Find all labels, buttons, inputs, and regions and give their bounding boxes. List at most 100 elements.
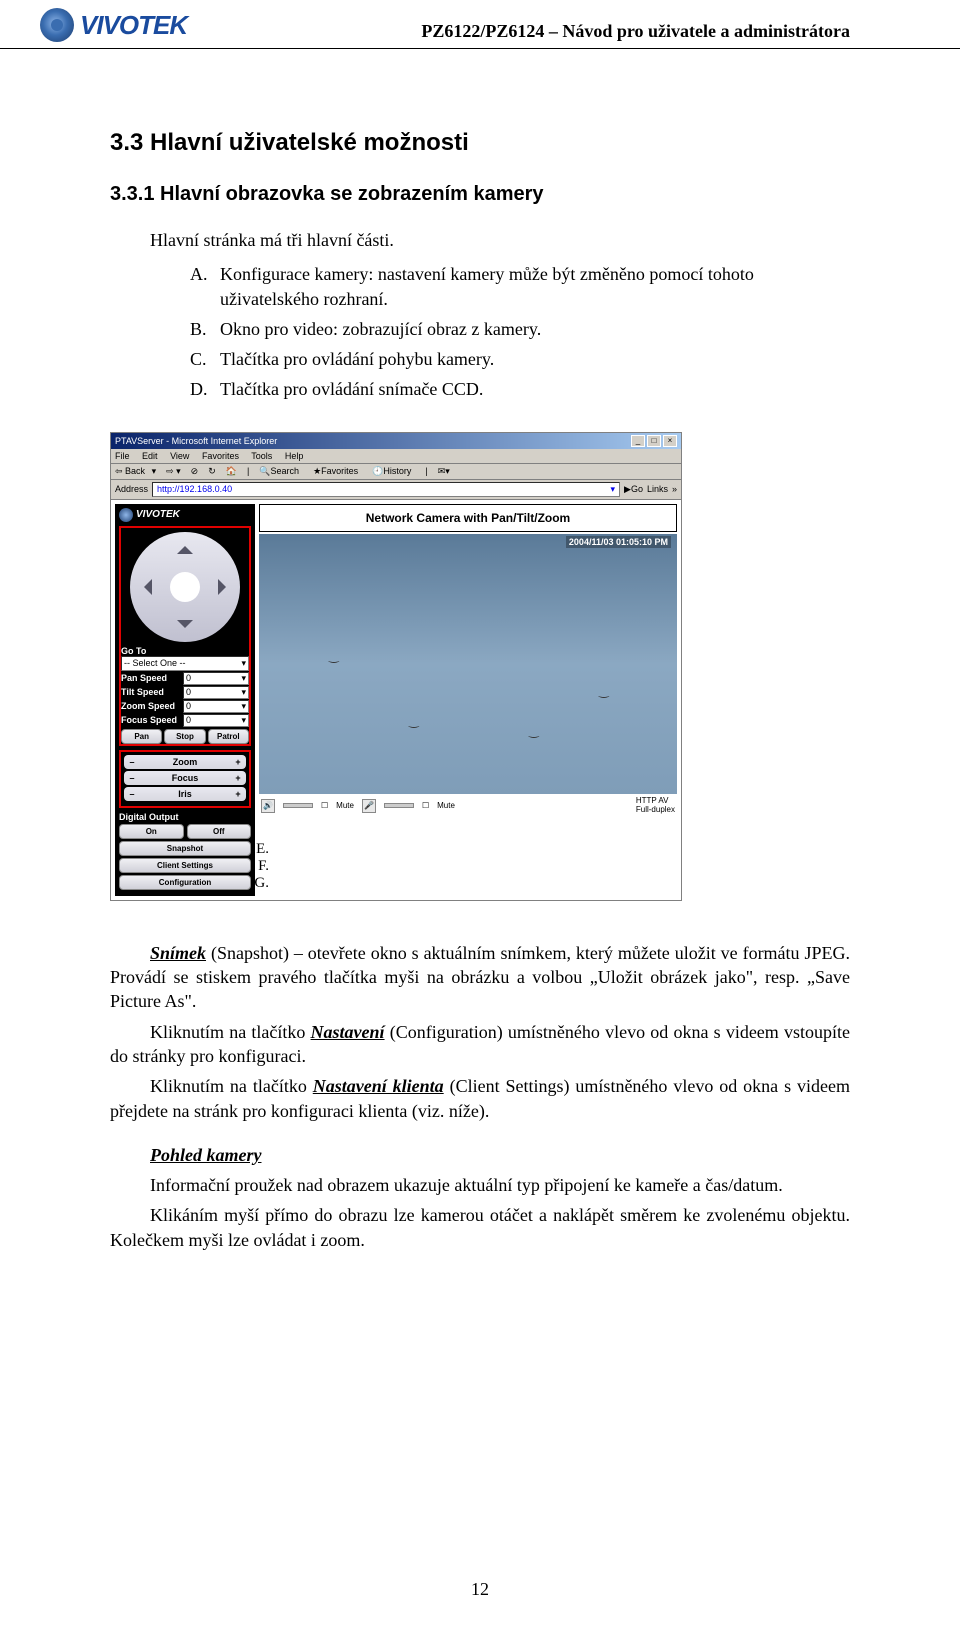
pan-left-icon[interactable] — [136, 579, 152, 595]
intro-paragraph: Hlavní stránka má tři hlavní části. — [110, 228, 850, 252]
volume-slider[interactable] — [283, 803, 313, 808]
patrol-button[interactable]: Patrol — [208, 729, 249, 744]
feature-list: A. Konfigurace kamery: nastavení kamery … — [190, 262, 850, 401]
links-label[interactable]: Links — [647, 484, 668, 494]
video-area: Network Camera with Pan/Tilt/Zoom 2004/1… — [259, 504, 677, 896]
logo-eye-icon — [119, 508, 133, 522]
page-number: 12 — [0, 1579, 960, 1600]
pohled-kamery-p2: Klikáním myší přímo do obrazu lze kamero… — [110, 1203, 850, 1252]
list-item: D. Tlačítka pro ovládání snímače CCD. — [190, 377, 850, 401]
pan-speed-select[interactable]: 0▾ — [183, 672, 249, 685]
list-item: B. Okno pro video: zobrazující obraz z k… — [190, 317, 850, 341]
forward-button[interactable]: ⇨ ▾ — [166, 466, 181, 477]
zoom-focus-iris-region: –Zoom+ –Focus+ –Iris+ — [119, 750, 251, 808]
window-buttons: _ □ × — [631, 435, 677, 447]
bird-icon: ‿ — [529, 724, 539, 738]
goto-label: Go To — [121, 646, 249, 656]
search-button[interactable]: 🔍Search — [259, 466, 303, 477]
client-settings-button[interactable]: Client Settings — [119, 858, 251, 873]
zoom-slider[interactable]: –Zoom+ — [124, 755, 246, 769]
zoom-speed-select[interactable]: 0▾ — [183, 700, 249, 713]
bird-icon: ‿ — [329, 649, 339, 663]
video-timestamp: 2004/11/03 01:05:10 PM — [566, 536, 671, 548]
list-item: C. Tlačítka pro ovládání pohybu kamery. — [190, 347, 850, 371]
focus-slider[interactable]: –Focus+ — [124, 771, 246, 785]
refresh-icon[interactable]: ↻ — [208, 466, 216, 477]
screenshot-figure: PTAVServer - Microsoft Internet Explorer… — [110, 432, 850, 901]
page-header: VIVOTEK PZ6122/PZ6124 – Návod pro uživat… — [0, 0, 960, 49]
stop-icon[interactable]: ⊘ — [191, 466, 199, 477]
speaker-icon[interactable]: 🔊 — [261, 799, 275, 813]
goto-select[interactable]: -- Select One --▾ — [121, 656, 249, 671]
menu-view[interactable]: View — [170, 451, 189, 461]
tilt-speed-row: Tilt Speed0▾ — [121, 686, 249, 699]
mark-e: E. — [256, 841, 269, 858]
on-button[interactable]: On — [119, 824, 184, 839]
iris-slider[interactable]: –Iris+ — [124, 787, 246, 801]
zoom-speed-row: Zoom Speed0▾ — [121, 700, 249, 713]
mail-icon[interactable]: ✉▾ — [438, 466, 450, 477]
client-settings-paragraph: Kliknutím na tlačítko Nastavení klienta … — [110, 1074, 850, 1123]
list-letter: B. — [190, 317, 220, 341]
list-item: A. Konfigurace kamery: nastavení kamery … — [190, 262, 850, 311]
video-controls: 🔊 ☐ Mute 🎤 ☐ Mute HTTP AV Full-duplex — [259, 794, 677, 818]
pan-up-icon[interactable] — [177, 538, 193, 554]
menu-help[interactable]: Help — [285, 451, 304, 461]
ie-addressbar: Address http://192.168.0.40 ▾ ▶Go Links … — [111, 480, 681, 500]
bird-icon: ‿ — [409, 714, 419, 728]
focus-speed-select[interactable]: 0▾ — [183, 714, 249, 727]
menu-tools[interactable]: Tools — [251, 451, 272, 461]
ie-window: PTAVServer - Microsoft Internet Explorer… — [110, 432, 682, 901]
configuration-paragraph: Kliknutím na tlačítko Nastavení (Configu… — [110, 1020, 850, 1069]
menu-file[interactable]: File — [115, 451, 130, 461]
snapshot-paragraph: Snímek (Snapshot) – otevřete okno s aktu… — [110, 941, 850, 1014]
pan-tilt-control[interactable]: ⌂ — [130, 532, 240, 642]
nastaveni-klienta-term: Nastavení klienta — [313, 1076, 444, 1096]
tilt-speed-select[interactable]: 0▾ — [183, 686, 249, 699]
mark-f: F. — [258, 858, 269, 875]
sidebar-logo-text: VIVOTEK — [136, 509, 180, 520]
list-letter: A. — [190, 262, 220, 311]
maximize-icon[interactable]: □ — [647, 435, 661, 447]
address-input[interactable]: http://192.168.0.40 ▾ — [152, 482, 620, 497]
off-button[interactable]: Off — [187, 824, 252, 839]
history-button[interactable]: 🕘History — [372, 466, 415, 477]
list-text: Tlačítka pro ovládání snímače CCD. — [220, 377, 850, 401]
ie-toolbar: ⇦ Back ▾ ⇨ ▾ ⊘ ↻ 🏠 | 🔍Search ★Favorites … — [111, 464, 681, 480]
menu-favorites[interactable]: Favorites — [202, 451, 239, 461]
video-frame[interactable]: 2004/11/03 01:05:10 PM ‿ ‿ ‿ ‿ — [259, 534, 677, 794]
minimize-icon[interactable]: _ — [631, 435, 645, 447]
pan-button[interactable]: Pan — [121, 729, 162, 744]
mic-icon[interactable]: 🎤 — [362, 799, 376, 813]
document-title: PZ6122/PZ6124 – Návod pro uživatele a ad… — [421, 21, 850, 42]
go-button[interactable]: ▶Go — [624, 484, 643, 495]
favorites-button[interactable]: ★Favorites — [313, 466, 362, 477]
nastaveni-term: Nastavení — [311, 1022, 385, 1042]
menu-edit[interactable]: Edit — [142, 451, 158, 461]
address-label: Address — [115, 484, 148, 494]
list-text: Tlačítka pro ovládání pohybu kamery. — [220, 347, 850, 371]
pan-tilt-region: ⌂ Go To -- Select One --▾ Pan Speed0▾ Ti… — [119, 526, 251, 746]
pohled-kamery-p1: Informační proužek nad obrazem ukazuje a… — [110, 1173, 850, 1197]
list-text: Okno pro video: zobrazující obraz z kame… — [220, 317, 850, 341]
configuration-button[interactable]: Configuration — [119, 875, 251, 890]
pan-down-icon[interactable] — [177, 620, 193, 636]
pan-right-icon[interactable] — [218, 579, 234, 595]
snapshot-term: Snímek — [150, 943, 206, 963]
back-button[interactable]: ⇦ Back ▾ — [115, 466, 156, 477]
bird-icon: ‿ — [599, 684, 609, 698]
list-letter: D. — [190, 377, 220, 401]
mute-checkbox[interactable]: ☐ — [321, 801, 328, 810]
logo: VIVOTEK — [40, 8, 187, 42]
home-icon[interactable]: 🏠 — [226, 466, 237, 477]
logo-text: VIVOTEK — [80, 10, 187, 41]
body-text: Snímek (Snapshot) – otevřete okno s aktu… — [110, 941, 850, 1252]
mic-mute-checkbox[interactable]: ☐ — [422, 801, 429, 810]
pan-home-icon[interactable]: ⌂ — [170, 572, 200, 602]
close-icon[interactable]: × — [663, 435, 677, 447]
logo-eye-icon — [40, 8, 74, 42]
subsection-heading: 3.3.1 Hlavní obrazovka se zobrazením kam… — [110, 183, 850, 206]
snapshot-button[interactable]: Snapshot — [119, 841, 251, 856]
stop-button[interactable]: Stop — [164, 729, 205, 744]
mic-slider[interactable] — [384, 803, 414, 808]
